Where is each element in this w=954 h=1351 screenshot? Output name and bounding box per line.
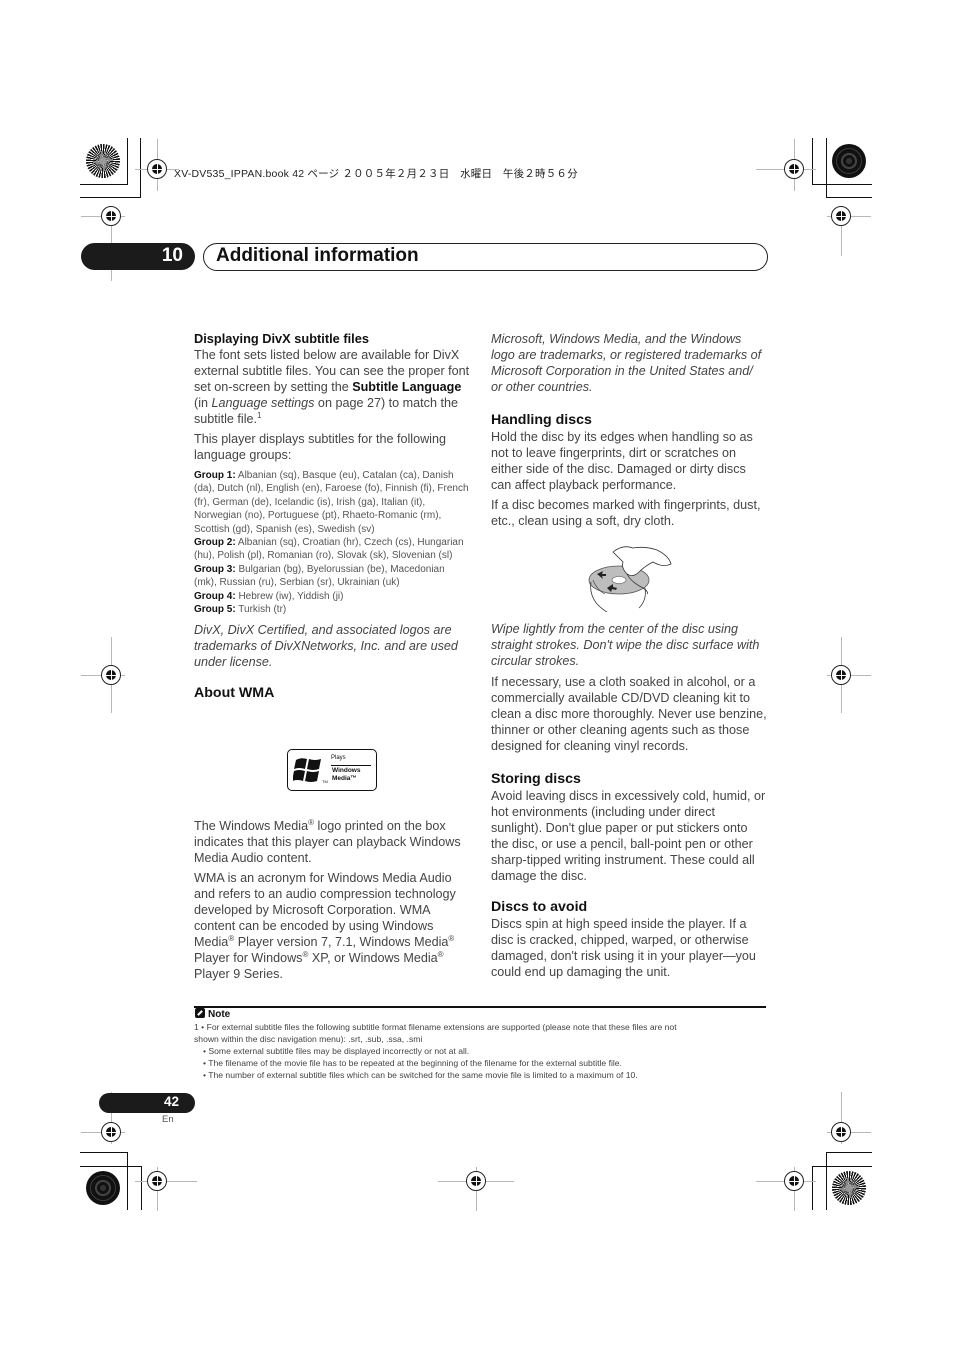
note-divider	[194, 1006, 766, 1008]
wma-plays-label: Plays	[331, 755, 346, 761]
crop-line	[812, 1166, 872, 1167]
language-settings-ref: Language settings	[211, 396, 315, 410]
divx-intro: The font sets listed below are available…	[194, 348, 470, 426]
storing-para: Avoid leaving discs in excessively cold,…	[491, 789, 766, 883]
language-group: Group 2: Albanian (sq), Croatian (hr), C…	[194, 537, 464, 562]
divx-groups-intro: This player displays subtitles for the f…	[194, 432, 446, 462]
crop-line	[127, 1152, 128, 1210]
pencil-note-icon	[195, 1008, 205, 1018]
dark-disc-registration-icon	[832, 144, 866, 178]
language-group: Group 5: Turkish (tr)	[194, 604, 287, 616]
wma-para1: The Windows Media® logo printed on the b…	[194, 817, 461, 865]
language-group: Group 4: Hebrew (iw), Yiddish (ji)	[194, 590, 344, 602]
wma-tm-mark: TM	[322, 779, 328, 784]
wma-heading: About WMA	[194, 685, 275, 702]
crop-line	[140, 138, 141, 198]
microsoft-trademark: Microsoft, Windows Media, and the Window…	[491, 332, 762, 394]
language-groups: Group 1: Albanian (sq), Basque (eu), Cat…	[194, 469, 470, 616]
print-header: XV-DV535_IPPAN.book 42 ページ ２００５年２月２３日 水曜…	[174, 168, 578, 180]
crop-line	[80, 197, 141, 198]
note-line: 1 • For external subtitle files the foll…	[194, 1022, 677, 1032]
crop-line	[80, 1166, 142, 1167]
chapter-title: Additional information	[216, 245, 419, 266]
divx-heading: Displaying DivX subtitle files	[194, 331, 369, 346]
cleaning-caption: Wipe lightly from the center of the disc…	[491, 622, 760, 668]
wma-logo-divider	[331, 765, 371, 766]
handling-heading: Handling discs	[491, 412, 592, 428]
wma-logo-text: Windows Media™	[332, 767, 361, 782]
chapter-number-badge: 10	[81, 243, 195, 270]
wma-body: The Windows Media® logo printed on the b…	[194, 818, 470, 986]
crop-line	[826, 1152, 872, 1153]
wma-para2: WMA is an acronym for Windows Media Audi…	[194, 871, 456, 981]
page-language: En	[162, 1114, 174, 1125]
windows-flag-icon	[293, 758, 321, 782]
crop-line	[812, 184, 872, 185]
note-heading: Note	[195, 1008, 230, 1020]
chapter-number: 10	[161, 245, 183, 266]
note-line: • The number of external subtitle files …	[203, 1070, 638, 1080]
handling-para2: If a disc becomes marked with fingerprin…	[491, 498, 761, 528]
plays-windows-media-logo: TM Plays Windows Media™	[287, 749, 377, 791]
crop-line	[826, 138, 827, 198]
note-line: • The filename of the movie file has to …	[203, 1058, 622, 1068]
handling-continued: Wipe lightly from the center of the disc…	[491, 621, 767, 984]
page-number: 42	[163, 1094, 179, 1109]
starburst-registration-icon	[86, 144, 120, 178]
handling-para3: If necessary, use a cloth soaked in alco…	[491, 675, 767, 753]
dark-disc-registration-icon	[86, 1171, 120, 1205]
footnote-ref: 1	[257, 410, 262, 420]
crop-line	[826, 1152, 827, 1210]
left-column: Displaying DivX subtitle files The font …	[194, 331, 470, 702]
storing-heading: Storing discs	[491, 771, 581, 787]
note-line: • Some external subtitle files may be di…	[203, 1046, 470, 1056]
handling-para1: Hold the disc by its edges when handling…	[491, 430, 753, 492]
crop-line	[80, 184, 128, 185]
subtitle-language-setting: Subtitle Language	[352, 380, 462, 394]
crop-line	[812, 1166, 813, 1210]
crop-line	[80, 1152, 128, 1153]
crop-line	[127, 138, 128, 184]
language-group: Group 1: Albanian (sq), Basque (eu), Cat…	[194, 470, 469, 535]
page-number-badge: 42	[99, 1093, 195, 1113]
divx-trademark: DivX, DivX Certified, and associated log…	[194, 623, 458, 670]
right-column: Microsoft, Windows Media, and the Window…	[491, 331, 767, 533]
language-group: Group 3: Bulgarian (bg), Byelorussian (b…	[194, 563, 445, 589]
avoid-para: Discs spin at high speed inside the play…	[491, 917, 756, 979]
avoid-heading: Discs to avoid	[491, 899, 588, 915]
crop-line	[812, 138, 813, 184]
note-line: shown within the disc navigation menu): …	[194, 1034, 423, 1044]
disc-cleaning-illustration	[588, 546, 672, 612]
crop-line	[826, 197, 872, 198]
note-body: 1 • For external subtitle files the foll…	[194, 1021, 766, 1081]
chapter-title-box: Additional information	[203, 243, 768, 271]
starburst-registration-icon	[832, 1171, 866, 1205]
crop-line	[141, 1166, 142, 1210]
